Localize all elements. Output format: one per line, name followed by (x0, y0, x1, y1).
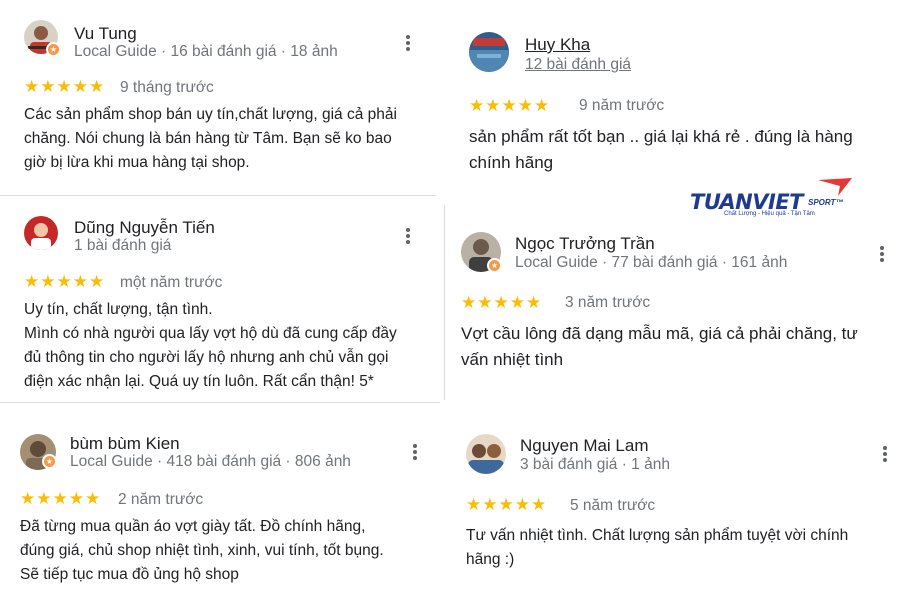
review-card-bum-bum-kien: ★ bùm bùm Kien Local Guide · 418 bài đán… (4, 412, 440, 600)
star-rating: ★★★★★ (461, 293, 543, 312)
review-text-line: chính hãng (469, 153, 554, 172)
review-text: Vợt cầu lông đã dạng mẫu mã, giá cả phải… (461, 321, 858, 373)
star-rating: ★★★★★ (24, 272, 106, 291)
star-rating: ★★★★★ (24, 77, 106, 96)
local-guide-badge-icon: ★ (487, 258, 502, 273)
review-text-line: Các sản phẩm shop bán uy tín,chất lượng,… (24, 106, 397, 123)
divider (0, 195, 436, 196)
review-card-nguyen-mai-lam: Nguyen Mai Lam 3 bài đánh giá · 1 ảnh ★★… (450, 418, 900, 600)
reviewer-meta: Local Guide · 77 bài đánh giá · 161 ảnh (515, 254, 788, 271)
star-rating: ★★★★★ (466, 495, 548, 514)
review-text: Các sản phẩm shop bán uy tín,chất lượng,… (24, 103, 397, 175)
local-guide-badge-icon: ★ (46, 42, 61, 57)
review-text-line: Mình có nhà người qua lấy vợt hộ dù đã c… (24, 325, 397, 342)
local-guide-badge-icon: ★ (42, 454, 57, 469)
avatar[interactable] (466, 434, 506, 474)
review-date: một năm trước (120, 274, 223, 291)
review-date: 3 năm trước (565, 294, 651, 311)
review-text-line: hãng :) (466, 551, 515, 568)
review-text-line: điện xác nhận lại. Quá uy tín luôn. Rất … (24, 373, 374, 390)
reviewer-name[interactable]: Dũng Nguyễn Tiến (74, 218, 215, 238)
more-vertical-icon[interactable] (405, 228, 411, 246)
star-rating: ★★★★★ (20, 489, 102, 508)
reviewer-meta: 1 bài đánh giá (74, 237, 172, 254)
reviewer-meta: Local Guide · 418 bài đánh giá · 806 ảnh (70, 453, 351, 470)
reviewer-meta: 3 bài đánh giá · 1 ảnh (520, 456, 670, 473)
review-date: 9 tháng trước (120, 79, 214, 96)
reviewer-name[interactable]: Nguyen Mai Lam (520, 436, 649, 456)
review-text-line: giờ bị lừa khi mua hàng tại shop. (24, 154, 250, 171)
review-text-line: Uy tín, chất lượng, tận tình. (24, 301, 213, 318)
review-date: 9 năm trước (579, 97, 665, 114)
reviewer-name[interactable]: bùm bùm Kien (70, 434, 180, 454)
review-text-line: Đã từng mua quần áo vợt giày tất. Đồ chí… (20, 518, 366, 535)
review-text-line: Vợt cầu lông đã dạng mẫu mã, giá cả phải… (461, 324, 858, 343)
review-date: 2 năm trước (118, 491, 204, 508)
star-rating: ★★★★★ (469, 96, 551, 115)
review-text: Uy tín, chất lượng, tận tình. Mình có nh… (24, 298, 397, 394)
logo-sport: SPORT™ (808, 198, 844, 207)
review-text-line: chăng. Nói chung là bán hàng từ Tâm. Bạn… (24, 130, 392, 147)
review-text-line: đủ thông tin cho người lấy hộ nhưng anh … (24, 349, 389, 366)
divider (0, 402, 440, 403)
reviewer-name[interactable]: Ngọc Trưởng Trần (515, 234, 655, 254)
review-card-ngoc-truong-tran: ★ Ngọc Trưởng Trần Local Guide · 77 bài … (445, 222, 900, 402)
review-text-line: Sẽ tiếp tục mua đồ ủng hộ shop (20, 566, 239, 583)
review-text-line: sản phẩm rất tốt bạn .. giá lại khá rẻ .… (469, 127, 853, 146)
review-text-line: vấn nhiệt tình (461, 350, 564, 369)
review-card-dung-nguyen-tien: Dũng Nguyễn Tiến 1 bài đánh giá ★★★★★ mộ… (6, 200, 436, 400)
review-text: Tư vấn nhiệt tình. Chất lượng sản phẩm t… (466, 524, 848, 572)
reviewer-meta[interactable]: 12 bài đánh giá (525, 56, 631, 74)
more-vertical-icon[interactable] (405, 35, 411, 53)
tuanviet-sport-logo: TUANVIET SPORT™ Chất Lượng - Hiệu quả - … (690, 178, 860, 224)
reviewer-name[interactable]: Vu Tung (74, 24, 137, 44)
review-date: 5 năm trước (570, 497, 656, 514)
review-text: sản phẩm rất tốt bạn .. giá lại khá rẻ .… (469, 124, 853, 176)
logo-tagline: Chất Lượng - Hiệu quả - Tận Tâm (724, 211, 815, 217)
review-text-line: đúng giá, chủ shop nhiệt tình, xinh, vui… (20, 542, 384, 559)
more-vertical-icon[interactable] (412, 444, 418, 462)
more-vertical-icon[interactable] (879, 246, 885, 264)
more-vertical-icon[interactable] (882, 446, 888, 464)
review-text-line: Tư vấn nhiệt tình. Chất lượng sản phẩm t… (466, 527, 849, 544)
avatar[interactable] (24, 216, 58, 250)
review-card-vu-tung: ★ Vu Tung Local Guide · 16 bài đánh giá … (6, 6, 436, 192)
reviewer-meta: Local Guide · 16 bài đánh giá · 18 ảnh (74, 43, 338, 60)
review-text: Đã từng mua quần áo vợt giày tất. Đồ chí… (20, 515, 384, 587)
reviewer-name[interactable]: Huy Kha (525, 35, 590, 55)
avatar[interactable] (469, 32, 509, 72)
